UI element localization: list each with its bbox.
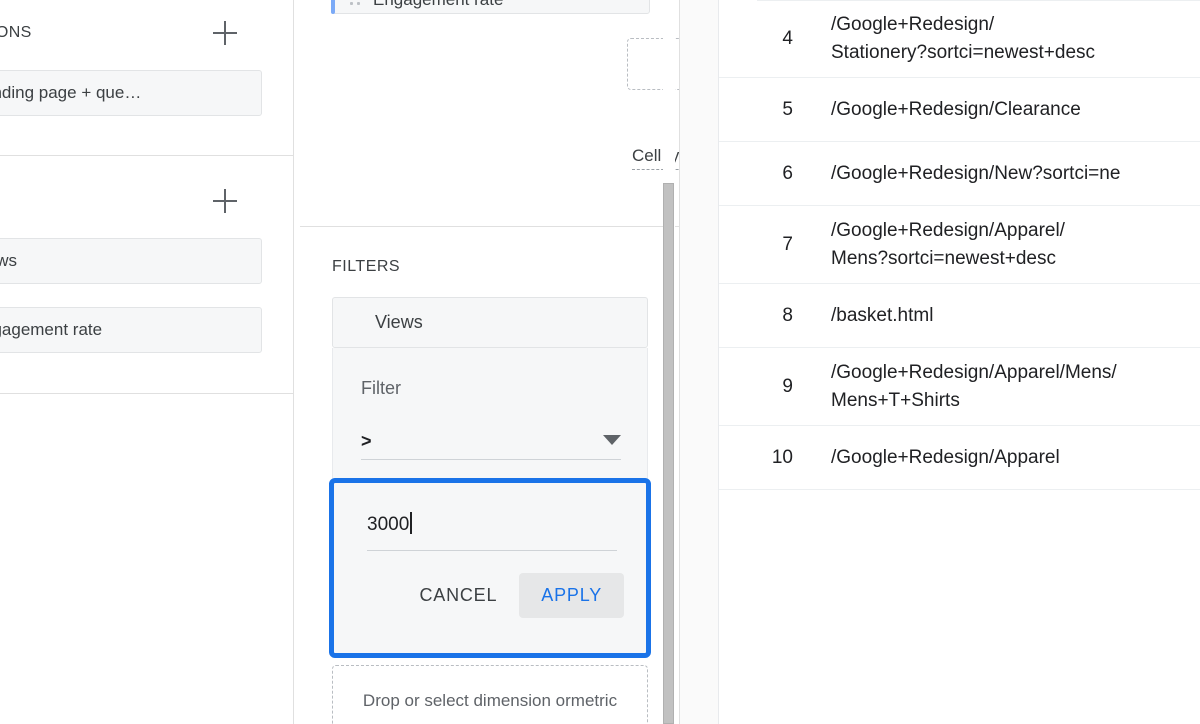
metric-chip-engagement-rate-label: ngagement rate [0, 320, 103, 339]
table-row-landing-page: /Google+Redesign/Apparel/Mens/ Mens+T+Sh… [831, 361, 1117, 411]
table-row[interactable]: 6/Google+Redesign/New?sortci=ne [719, 142, 1200, 206]
metric-chip-views[interactable]: iews [0, 238, 262, 284]
table-row[interactable]: 5/Google+Redesign/Clearance [719, 78, 1200, 142]
filter-operator-select[interactable]: > [361, 424, 621, 460]
text-cursor [410, 512, 412, 534]
app-screen: NSIONS anding page + que… ICS iews ngage… [0, 0, 1200, 724]
settings-panel-scrollbar-thumb[interactable] [663, 183, 674, 724]
drop-dimension-or-metric-line1: Drop or select dimension or [362, 690, 571, 710]
filter-action-buttons: CANCEL APPLY [334, 573, 646, 618]
table-row-landing-page: /Google+Redesign/Apparel/ Mens?sortci=ne… [831, 219, 1065, 269]
selected-metric-chip[interactable]: Engagement rate [331, 0, 650, 14]
table-row-index: 10 [771, 446, 793, 468]
table-row[interactable]: 8/basket.html [719, 284, 1200, 348]
filter-field-chip-label: Views [375, 312, 423, 332]
dimension-chip-label: anding page + que… [0, 83, 142, 102]
table-row-index: 6 [782, 162, 793, 184]
filter-value-text: 3000 [367, 514, 410, 535]
metric-chip-views-label: iews [0, 251, 18, 270]
table-row-index: 8 [782, 304, 793, 326]
filters-heading: FILTERS [332, 258, 401, 275]
filter-label: Filter [361, 378, 401, 398]
table-row[interactable]: 7/Google+Redesign/Apparel/ Mens?sortci=n… [719, 206, 1200, 284]
table-row[interactable]: 9/Google+Redesign/Apparel/Mens/ Mens+T+S… [719, 348, 1200, 426]
cancel-button[interactable]: CANCEL [403, 573, 513, 618]
table-row-landing-page: /basket.html [831, 304, 934, 326]
landing-page-table: 4/Google+Redesign/ Stationery?sortci=new… [718, 0, 1200, 724]
table-row-landing-page: /Google+Redesign/New?sortci=ne [831, 162, 1121, 184]
filter-field-chip[interactable]: Views [332, 297, 648, 348]
table-row-landing-page: /Google+Redesign/Apparel [831, 446, 1060, 468]
drag-handle-icon[interactable] [347, 0, 363, 8]
dimensions-section-header: NSIONS [0, 18, 262, 48]
table-row-index: 7 [782, 233, 793, 255]
table-row[interactable]: 4/Google+Redesign/ Stationery?sortci=new… [719, 0, 1200, 78]
add-metric-icon[interactable] [210, 186, 240, 216]
table-row[interactable]: 10/Google+Redesign/Apparel [719, 426, 1200, 490]
metrics-section-header: ICS [0, 186, 262, 216]
metrics-section: ICS iews ngagement rate [0, 186, 262, 353]
table-row-index: 9 [782, 375, 793, 397]
filter-value-highlight-box: 3000 CANCEL APPLY [329, 478, 651, 658]
report-table-panel: 4/Google+Redesign/ Stationery?sortci=new… [680, 0, 1200, 724]
metric-chip-engagement-rate[interactable]: ngagement rate [0, 307, 262, 353]
filter-value-input[interactable]: 3000 [367, 505, 617, 551]
left-panel-divider-1 [0, 155, 294, 156]
dimensions-section: NSIONS anding page + que… [0, 18, 262, 116]
selected-metric-chip-label: Engagement rate [373, 0, 503, 10]
table-row-index: 4 [782, 27, 793, 49]
table-top-edge [757, 0, 1200, 1]
add-dimension-icon[interactable] [210, 18, 240, 48]
drop-dimension-or-metric-zone[interactable]: Drop or select dimension or metric [332, 665, 648, 724]
metric-chip-accent-bar [331, 0, 335, 14]
drop-dimension-or-metric-line2: metric [570, 690, 618, 710]
dimensions-title: NSIONS [0, 24, 32, 41]
left-config-panel: NSIONS anding page + que… ICS iews ngage… [0, 0, 294, 724]
filter-operator-value: > [361, 431, 372, 451]
table-row-landing-page: /Google+Redesign/Clearance [831, 98, 1081, 120]
table-row-landing-page: /Google+Redesign/ Stationery?sortci=newe… [831, 13, 1096, 63]
left-panel-divider-2 [0, 393, 294, 394]
dimension-chip-landing-page[interactable]: anding page + que… [0, 70, 262, 116]
apply-button[interactable]: APPLY [519, 573, 624, 618]
left-panel-right-border [293, 0, 294, 724]
table-row-index: 5 [782, 98, 793, 120]
table-body: 4/Google+Redesign/ Stationery?sortci=new… [719, 0, 1200, 490]
settings-section-divider [300, 226, 685, 227]
chevron-down-icon [603, 434, 621, 445]
